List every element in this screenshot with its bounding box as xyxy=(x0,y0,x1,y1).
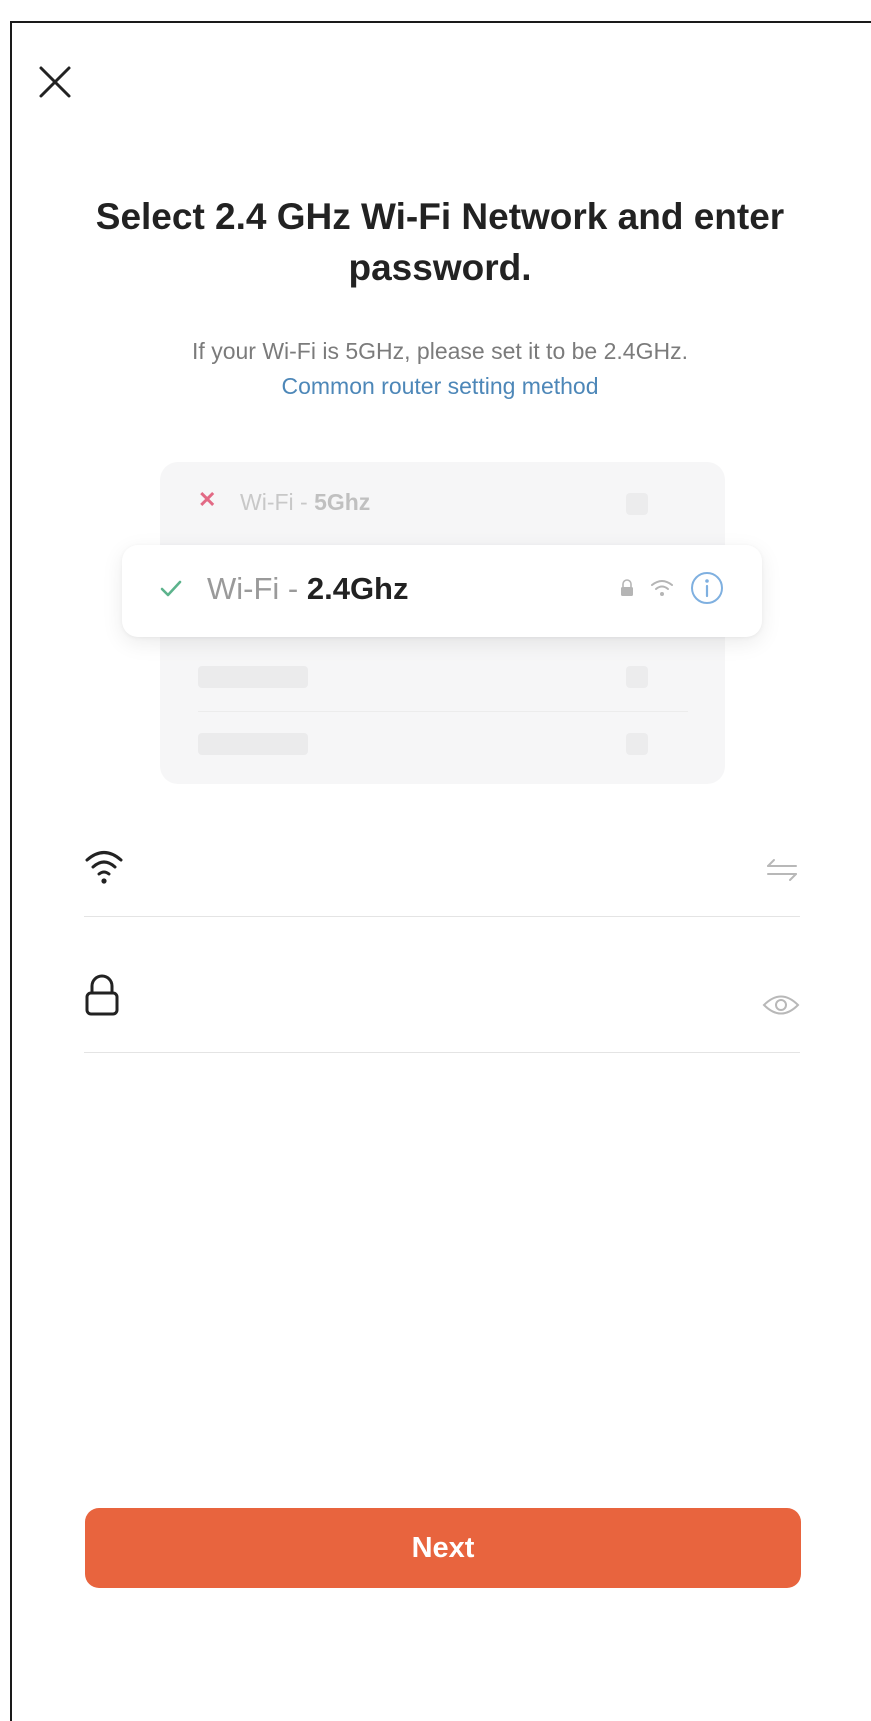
placeholder-network-name xyxy=(198,666,308,688)
network-prefix: Wi-Fi - xyxy=(207,571,307,606)
cross-icon: ✕ xyxy=(198,487,217,512)
eye-icon[interactable] xyxy=(762,992,800,1018)
router-setting-link[interactable]: Common router setting method xyxy=(40,370,840,403)
lock-icon xyxy=(621,579,633,596)
band-instruction: If your Wi-Fi is 5GHz, please set it to … xyxy=(192,338,688,364)
placeholder-network-name xyxy=(198,733,308,755)
close-button[interactable] xyxy=(36,63,74,101)
wifi-name-input[interactable] xyxy=(154,851,698,893)
ghost-icon xyxy=(626,733,648,755)
illustration-row-5ghz: ✕ Wi-Fi - 5Ghz xyxy=(198,485,688,525)
password-input[interactable] xyxy=(154,987,698,1029)
ghost-icon xyxy=(626,666,648,688)
wifi-icon xyxy=(651,580,673,596)
lock-icon xyxy=(85,974,119,1016)
network-band-24ghz: 2.4Ghz xyxy=(306,571,409,606)
network-status-icons xyxy=(620,571,724,605)
network-band-5ghz: 5Ghz xyxy=(314,489,371,515)
ghost-icon xyxy=(626,493,648,515)
close-icon xyxy=(39,66,71,98)
divider xyxy=(198,711,688,712)
switch-network-icon[interactable] xyxy=(764,856,800,884)
illustration-row-24ghz: Wi-Fi - 2.4Ghz xyxy=(122,545,762,637)
wifi-icon xyxy=(85,851,123,884)
check-icon xyxy=(160,580,182,597)
password-row xyxy=(84,962,800,1053)
wifi-name-row xyxy=(84,826,800,917)
page-title: Select 2.4 GHz Wi-Fi Network and enter p… xyxy=(95,196,785,288)
info-icon xyxy=(691,572,723,604)
next-button[interactable]: Next xyxy=(85,1508,801,1588)
network-prefix: Wi-Fi - xyxy=(240,489,315,515)
